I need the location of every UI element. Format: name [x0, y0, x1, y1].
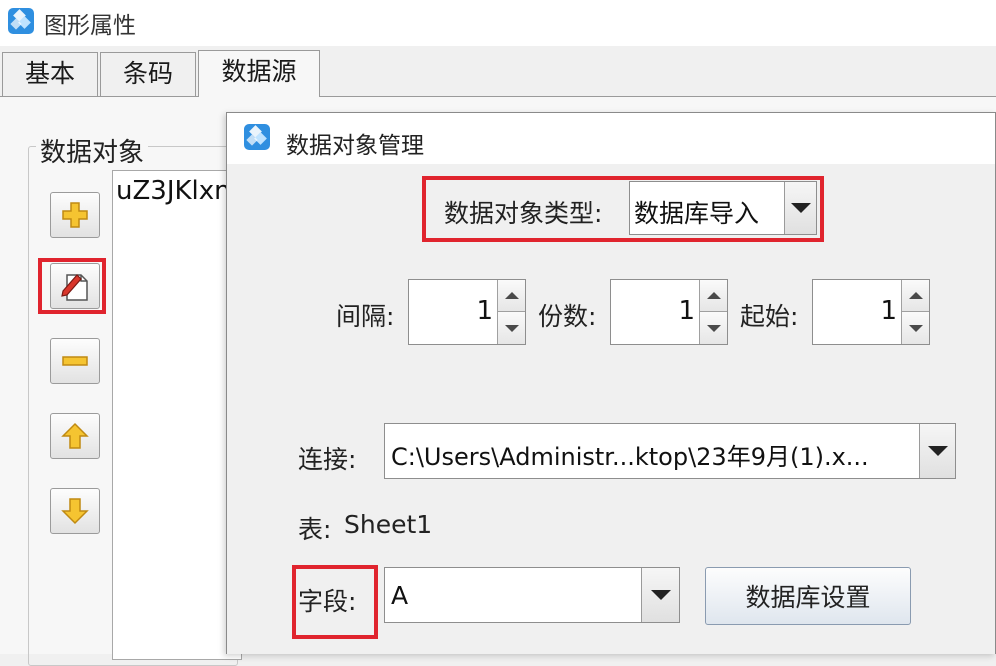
remove-button[interactable]	[50, 338, 100, 384]
interval-stepper[interactable]: 1	[408, 279, 526, 345]
chevron-down-icon	[908, 324, 923, 332]
app-logo-icon	[8, 8, 34, 34]
dialog-logo-icon	[244, 124, 270, 150]
copies-stepper[interactable]: 1	[610, 279, 728, 345]
connection-dropdown-button[interactable]	[919, 424, 955, 478]
db-settings-button[interactable]: 数据库设置	[705, 567, 911, 625]
connection-select-value: C:\Users\Administr...ktop\23年9月(1).x...	[391, 443, 869, 471]
window-title: 图形属性	[44, 13, 136, 39]
tab-datasource[interactable]: 数据源	[198, 50, 320, 98]
start-up-button[interactable]	[901, 280, 929, 312]
edit-pencil-icon	[61, 274, 88, 301]
type-dropdown-button[interactable]	[784, 182, 816, 234]
type-select-value: 数据库导入	[634, 199, 760, 228]
interval-up-button[interactable]	[497, 280, 525, 312]
connection-label: 连接:	[298, 445, 357, 474]
start-stepper[interactable]: 1	[812, 279, 930, 345]
arrow-down-icon	[61, 498, 89, 525]
interval-down-button[interactable]	[497, 312, 525, 344]
table-label: 表:	[298, 515, 332, 544]
copies-down-button[interactable]	[699, 312, 727, 344]
move-down-button[interactable]	[50, 488, 100, 534]
move-up-button[interactable]	[50, 413, 100, 459]
data-object-group-label: 数据对象	[36, 132, 149, 169]
start-value: 1	[880, 296, 897, 326]
chevron-up-icon	[908, 292, 923, 299]
chevron-down-icon	[927, 446, 948, 456]
connection-select[interactable]: C:\Users\Administr...ktop\23年9月(1).x...	[384, 423, 956, 479]
field-select[interactable]: A	[384, 567, 680, 623]
start-label: 起始:	[740, 302, 799, 331]
interval-value: 1	[476, 296, 493, 326]
chevron-up-icon	[706, 292, 721, 299]
copies-label: 份数:	[538, 302, 597, 331]
chevron-down-icon	[504, 324, 519, 332]
start-down-button[interactable]	[901, 312, 929, 344]
table-value: Sheet1	[344, 510, 433, 539]
type-select[interactable]: 数据库导入	[629, 181, 817, 235]
field-dropdown-button[interactable]	[641, 568, 679, 622]
arrow-up-icon	[61, 422, 89, 449]
dialog-title: 数据对象管理	[286, 133, 424, 159]
data-object-list[interactable]	[112, 170, 242, 660]
field-label: 字段:	[298, 587, 357, 616]
chevron-down-icon	[790, 203, 811, 213]
chevron-up-icon	[504, 292, 519, 299]
tab-basic[interactable]: 基本	[2, 52, 98, 96]
chevron-down-icon	[650, 590, 671, 600]
interval-label: 间隔:	[336, 302, 395, 331]
type-label: 数据对象类型:	[444, 199, 603, 228]
add-button[interactable]	[50, 192, 100, 238]
copies-up-button[interactable]	[699, 280, 727, 312]
window-titlebar	[0, 0, 996, 46]
list-item[interactable]: uZ3JKlxn	[116, 176, 228, 206]
field-select-value: A	[391, 581, 409, 610]
plus-icon	[62, 202, 88, 228]
tab-barcode[interactable]: 条码	[100, 52, 196, 96]
minus-icon	[62, 356, 88, 366]
chevron-down-icon	[706, 324, 721, 332]
copies-value: 1	[678, 296, 695, 326]
edit-button[interactable]	[50, 263, 100, 309]
